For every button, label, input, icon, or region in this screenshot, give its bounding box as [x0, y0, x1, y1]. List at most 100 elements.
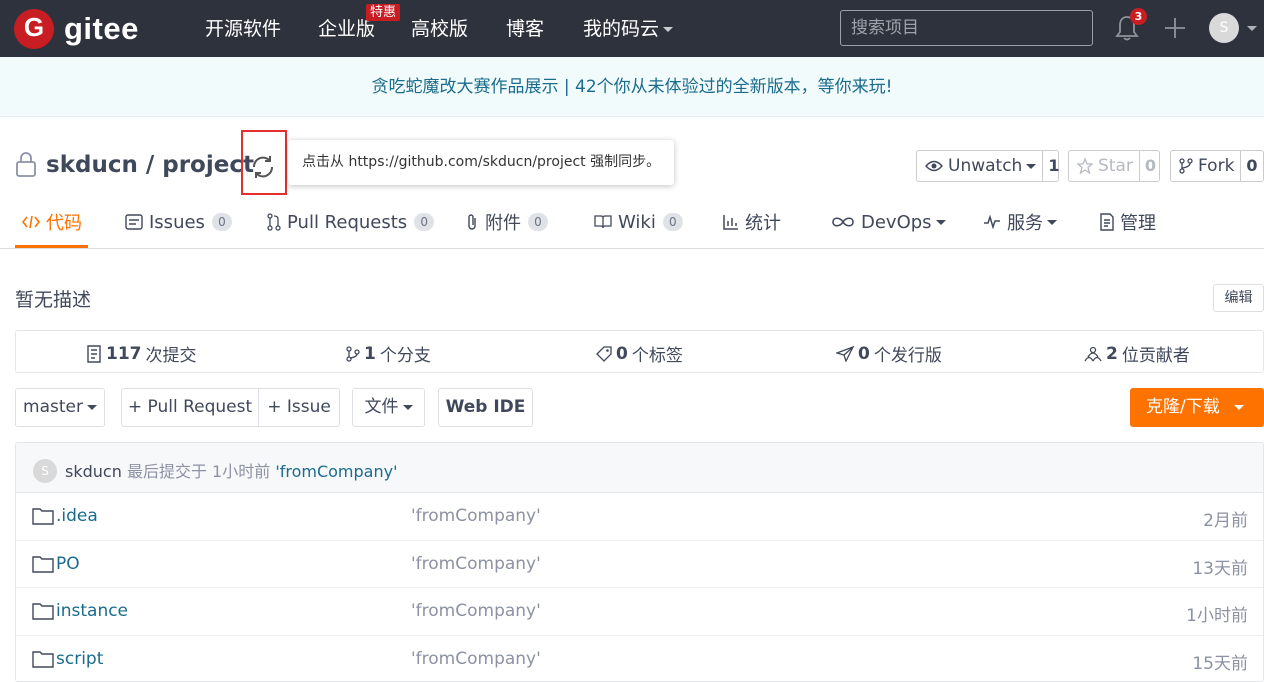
stat-value: 2	[1106, 343, 1118, 364]
stat-label: 个发行版	[873, 346, 942, 366]
chevron-down-icon	[1047, 219, 1057, 225]
fork-count[interactable]: 0	[1241, 151, 1262, 181]
bar-chart-icon	[723, 215, 738, 230]
search-input[interactable]: 搜索项目	[840, 10, 1093, 46]
announcement-link[interactable]: 贪吃蛇魔改大赛作品展示 | 42个你从未体验过的全新版本，等你来玩!	[372, 76, 893, 98]
send-icon	[836, 345, 854, 362]
commit-label: 最后提交于	[126, 462, 207, 481]
watch-button[interactable]: Unwatch	[917, 151, 1044, 181]
stat-releases[interactable]: 0 个发行版	[836, 341, 942, 366]
commit-message-link[interactable]: 'fromCompany'	[275, 462, 397, 481]
star-button-group[interactable]: Star 0	[1068, 150, 1160, 182]
paperclip-icon	[468, 214, 476, 230]
tag-icon	[596, 345, 612, 362]
star-button[interactable]: Star	[1069, 151, 1140, 181]
special-offer-badge: 特惠	[366, 4, 401, 21]
sync-icon[interactable]	[249, 153, 277, 181]
chevron-down-icon	[935, 219, 946, 225]
chevron-down-icon	[86, 404, 97, 410]
file-commit-message[interactable]: 'fromCompany'	[411, 554, 541, 574]
lock-icon	[16, 152, 36, 177]
commit-author[interactable]: skducn	[65, 462, 122, 481]
file-row[interactable]: script 'fromCompany' 15天前	[16, 636, 1263, 682]
star-count[interactable]: 0	[1140, 151, 1161, 181]
file-name[interactable]: script	[56, 649, 103, 669]
file-menu-label: 文件	[364, 397, 399, 417]
edit-description-button[interactable]: 编辑	[1213, 284, 1264, 312]
active-tab-indicator	[15, 245, 88, 248]
repo-stats-bar: 117 次提交 1 个分支 0 个标签 0 个发行版 2 位贡献者	[15, 330, 1264, 373]
folder-icon	[32, 555, 54, 573]
tab-statistics[interactable]: 统计	[723, 210, 781, 234]
code-icon	[22, 215, 40, 229]
tab-code[interactable]: 代码	[22, 210, 82, 234]
clone-download-button[interactable]: 克隆/下载	[1130, 388, 1264, 427]
folder-icon	[32, 508, 54, 525]
fork-button[interactable]: Fork	[1171, 151, 1242, 181]
file-commit-message[interactable]: 'fromCompany'	[411, 506, 541, 526]
tab-label: Wiki	[618, 211, 656, 233]
pull-request-icon	[267, 213, 281, 231]
file-commit-time: 1小时前	[1186, 606, 1248, 626]
gitee-logo[interactable]: gitee	[14, 9, 139, 49]
file-name[interactable]: instance	[56, 601, 128, 621]
new-pull-request-button[interactable]: + Pull Request	[121, 388, 259, 427]
chevron-down-icon[interactable]	[1247, 26, 1257, 31]
watch-count[interactable]: 1	[1043, 151, 1064, 181]
file-row[interactable]: .idea 'fromCompany' 2月前	[16, 493, 1263, 541]
file-name[interactable]: PO	[56, 554, 80, 574]
notification-count-badge: 3	[1130, 8, 1147, 25]
tab-count: 0	[662, 213, 683, 231]
commit-icon	[87, 344, 101, 363]
avatar[interactable]: S	[33, 459, 57, 483]
tab-wiki[interactable]: Wiki 0	[594, 210, 683, 234]
repo-title[interactable]: skducn / project	[46, 150, 254, 180]
chevron-down-icon	[663, 27, 674, 32]
file-row[interactable]: instance 'fromCompany' 1小时前	[16, 588, 1263, 636]
tab-pull-requests[interactable]: Pull Requests 0	[267, 210, 435, 234]
stat-contributors[interactable]: 2 位贡献者	[1084, 341, 1190, 366]
plus-icon[interactable]	[1163, 16, 1187, 40]
watch-button-group[interactable]: Unwatch 1	[916, 150, 1059, 182]
tab-count: 0	[414, 213, 435, 231]
file-name[interactable]: .idea	[56, 506, 98, 526]
user-avatar[interactable]: S	[1209, 13, 1239, 43]
tab-devops[interactable]: DevOps	[831, 210, 946, 234]
tab-services[interactable]: 服务	[983, 210, 1057, 234]
stat-branches[interactable]: 1 个分支	[346, 341, 431, 366]
star-label: Star	[1098, 156, 1133, 176]
stat-tags[interactable]: 0 个标签	[596, 341, 683, 366]
tab-issues[interactable]: Issues 0	[125, 210, 232, 234]
web-ide-button[interactable]: Web IDE	[438, 388, 533, 427]
new-issue-button[interactable]: + Issue	[258, 388, 340, 427]
nav-link-blog[interactable]: 博客	[506, 17, 544, 41]
tab-attachments[interactable]: 附件 0	[465, 210, 548, 234]
file-menu-button[interactable]: 文件	[352, 388, 425, 427]
file-commit-time: 15天前	[1192, 653, 1248, 674]
folder-icon	[32, 603, 54, 620]
sync-tooltip: 点击从 https://github.com/skducn/project 强制…	[288, 140, 674, 185]
tab-label: Issues	[149, 211, 205, 233]
stat-commits[interactable]: 117 次提交	[86, 341, 197, 366]
last-commit-bar: S skducn 最后提交于 1小时前 'fromCompany'	[16, 443, 1263, 493]
commit-time: 1小时前	[212, 462, 271, 481]
file-row[interactable]: PO 'fromCompany' 13天前	[16, 541, 1263, 588]
watch-label: Unwatch	[948, 156, 1023, 176]
file-commit-message[interactable]: 'fromCompany'	[411, 649, 541, 669]
tab-admin[interactable]: 管理	[1100, 210, 1156, 234]
tab-count: 0	[528, 213, 548, 231]
chevron-down-icon	[402, 404, 413, 410]
issues-icon	[125, 214, 143, 230]
stat-label: 个标签	[631, 346, 683, 366]
fork-button-group[interactable]: Fork 0	[1170, 150, 1264, 182]
announcement-banner: 贪吃蛇魔改大赛作品展示 | 42个你从未体验过的全新版本，等你来玩!	[0, 57, 1264, 117]
nav-link-my-gitee[interactable]: 我的码云	[583, 17, 674, 41]
tab-count: 0	[211, 213, 232, 231]
tab-label: 代码	[46, 213, 82, 234]
repo-tabs: 代码 Issues 0 Pull Requests 0 附件 0 Wiki 0	[0, 200, 1264, 249]
file-commit-message[interactable]: 'fromCompany'	[411, 601, 541, 621]
chevron-down-icon	[1026, 163, 1037, 169]
branch-select[interactable]: master	[15, 388, 105, 427]
nav-link-education[interactable]: 高校版	[411, 17, 468, 41]
nav-link-open-source[interactable]: 开源软件	[205, 17, 281, 41]
